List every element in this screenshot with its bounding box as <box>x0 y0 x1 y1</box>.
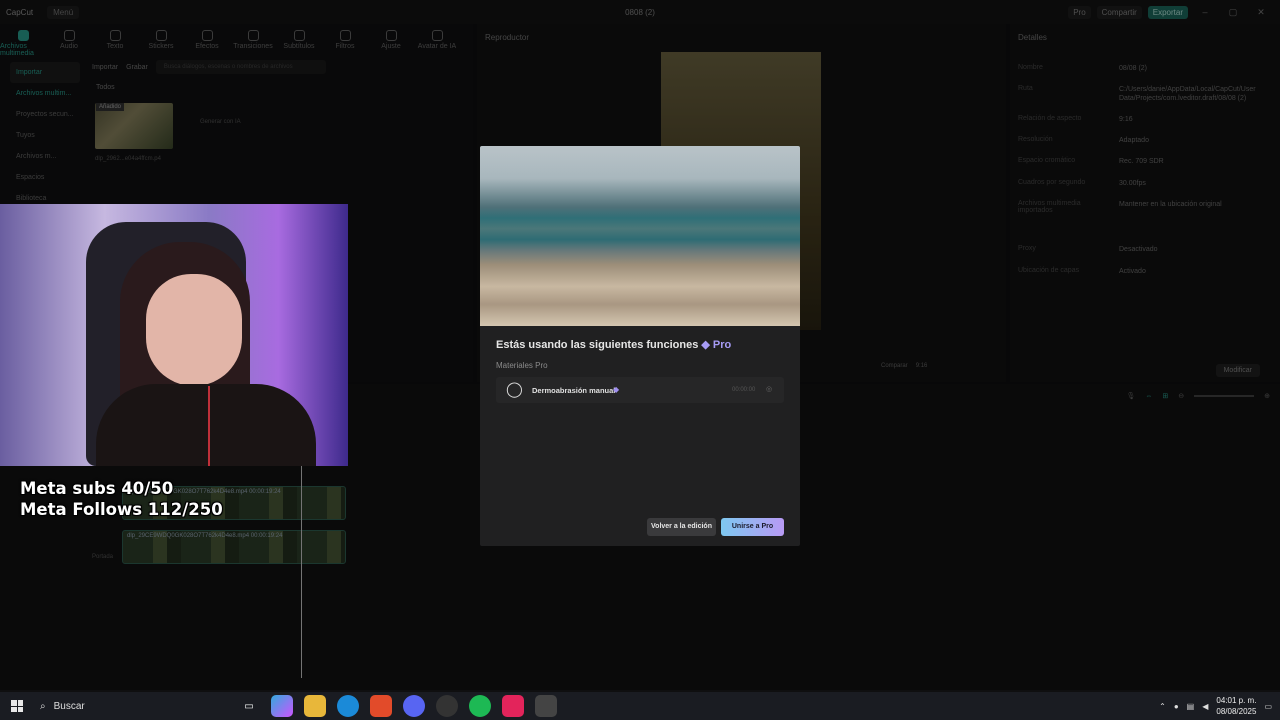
discord-icon[interactable] <box>403 695 425 717</box>
taskbar-apps: ▭ <box>238 695 557 717</box>
task-view-icon[interactable]: ▭ <box>238 695 260 717</box>
diamond-icon: ◆ <box>701 339 713 351</box>
streamer-face <box>146 274 242 386</box>
search-icon: ⌕ <box>40 700 46 712</box>
join-pro-button[interactable]: Unirse a Pro <box>721 518 784 536</box>
clock-time: 04:01 p. m. <box>1216 696 1257 705</box>
follows-goal: Meta Follows 112/250 <box>20 500 223 519</box>
notification-icon[interactable]: ▭ <box>1264 702 1272 711</box>
obs-icon[interactable] <box>436 695 458 717</box>
droplet-icon: ◯ <box>506 381 523 398</box>
edge-icon[interactable] <box>337 695 359 717</box>
mic-tray-icon[interactable]: ● <box>1174 702 1179 711</box>
network-icon[interactable]: ▤ <box>1187 702 1195 711</box>
volume-icon[interactable]: ◀ <box>1202 702 1208 711</box>
clock-date: 08/08/2025 <box>1216 707 1257 716</box>
dialog-title: Estás usando las siguientes funciones ◆ … <box>496 338 731 351</box>
pro-features-dialog: Estás usando las siguientes funciones ◆ … <box>480 146 800 546</box>
back-to-edit-button[interactable]: Volver a la edición <box>647 518 716 536</box>
copilot-icon[interactable] <box>271 695 293 717</box>
headset-cable <box>208 386 210 466</box>
spotify-icon[interactable] <box>469 695 491 717</box>
windows-icon <box>11 700 23 712</box>
feature-name: Dermoabrasión manual <box>532 386 616 395</box>
streamer-shirt <box>96 384 316 466</box>
taskbar-search[interactable]: ⌕ Buscar <box>34 692 214 720</box>
feature-preview-image <box>480 146 800 326</box>
system-tray: ⌃ ● ▤ ◀ 04:01 p. m. 08/08/2025 ▭ <box>1159 692 1272 720</box>
clock[interactable]: 04:01 p. m. 08/08/2025 <box>1216 695 1256 717</box>
taskbar: ⌕ Buscar ▭ ⌃ ● ▤ ◀ 04:01 p. m. 08/08/202… <box>0 692 1280 720</box>
file-explorer-icon[interactable] <box>304 695 326 717</box>
section-label: Materiales Pro <box>496 361 548 370</box>
diamond-icon: ◆ <box>613 385 620 394</box>
stream-goals-text: Meta subs 40/50 Meta Follows 112/250 <box>20 478 223 520</box>
feature-time: 00:00:00 <box>732 387 756 393</box>
webcam-overlay <box>0 204 348 466</box>
search-label: Buscar <box>53 700 85 712</box>
start-button[interactable] <box>0 700 34 712</box>
subs-goal: Meta subs 40/50 <box>20 479 174 498</box>
feature-row[interactable]: ◯ Dermoabrasión manual ◆ 00:00:00 ◎ <box>496 377 784 403</box>
locate-icon[interactable]: ◎ <box>766 385 772 393</box>
brave-icon[interactable] <box>370 695 392 717</box>
pro-label: Pro <box>712 339 732 351</box>
capcut-icon[interactable] <box>535 695 557 717</box>
dialog-title-text: Estás usando las siguientes funciones <box>496 339 699 351</box>
chevron-up-icon[interactable]: ⌃ <box>1159 702 1166 711</box>
tiktok-icon[interactable] <box>502 695 524 717</box>
